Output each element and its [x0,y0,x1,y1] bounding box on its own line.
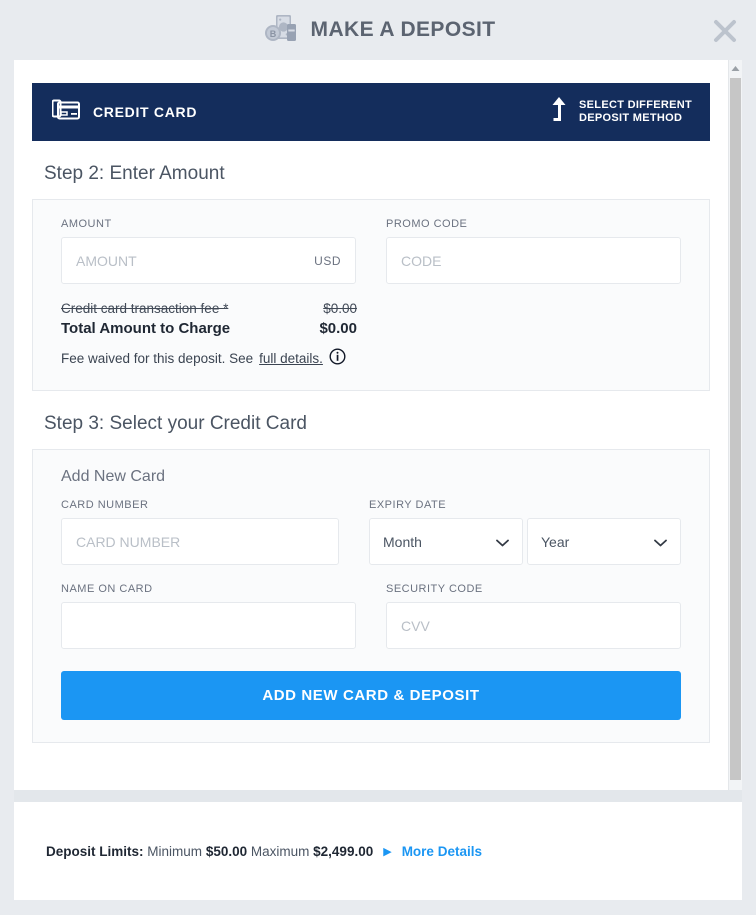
security-code-input[interactable]: CVV [386,602,681,649]
total-charge-value: $0.00 [319,320,357,337]
card-number-input[interactable]: CARD NUMBER [61,518,339,565]
amount-input-placeholder: AMOUNT [76,252,137,269]
expiry-year-value: Year [541,533,570,550]
fee-waived-note: Fee waived for this deposit. See full de… [61,348,357,368]
selected-method-group: CREDIT CARD [51,99,198,126]
deposit-modal: B MAKE A DEPOSIT CREDIT CARD SELECT DIFF… [0,0,756,915]
select-different-method-button[interactable]: SELECT DIFFERENT DEPOSIT METHOD [548,95,692,130]
name-on-card-input[interactable] [61,602,356,649]
info-circle-icon[interactable] [329,348,346,368]
promo-input[interactable]: CODE [386,237,681,284]
transaction-fee-label: Credit card transaction fee * [61,301,229,316]
name-on-card-group: NAME ON CARD [61,583,356,649]
card-row-2: NAME ON CARD SECURITY CODE CVV [61,583,681,649]
deposit-panel: CREDIT CARD SELECT DIFFERENT DEPOSIT MET… [14,60,742,790]
up-arrow-icon [548,95,570,130]
add-new-card-and-deposit-button[interactable]: ADD NEW CARD & DEPOSIT [61,671,681,720]
maximum-word: Maximum [250,843,310,859]
fee-waived-text: Fee waived for this deposit. See [61,350,254,366]
deposit-limits-footer: Deposit Limits: Minimum $50.00 Maximum $… [14,802,742,900]
minimum-value: $50.00 [205,843,248,859]
scrollbar-thumb[interactable] [730,78,741,780]
modal-titlebar: B MAKE A DEPOSIT [0,0,756,59]
modal-title-group: B MAKE A DEPOSIT [261,11,496,49]
close-button[interactable] [706,12,744,50]
expiry-year-select[interactable]: Year [527,518,681,565]
card-number-placeholder: CARD NUMBER [76,533,181,550]
vertical-scrollbar[interactable] [728,60,742,790]
switch-line-2: DEPOSIT METHOD [579,112,683,124]
deposit-limits-line: Deposit Limits: Minimum $50.00 Maximum $… [46,844,482,859]
transaction-fee-row: Credit card transaction fee * $0.00 [61,301,357,316]
step3-heading: Step 3: Select your Credit Card [44,413,307,434]
security-code-label: SECURITY CODE [386,583,483,595]
deposit-panel-content: CREDIT CARD SELECT DIFFERENT DEPOSIT MET… [14,60,728,790]
chevron-down-icon [496,534,509,550]
chevron-down-icon [654,534,667,550]
total-charge-row: Total Amount to Charge $0.00 [61,320,357,337]
security-code-placeholder: CVV [401,617,430,634]
total-charge-label: Total Amount to Charge [61,320,231,337]
expiry-month-value: Month [383,533,422,550]
card-number-group: CARD NUMBER CARD NUMBER [61,499,339,565]
promo-label: PROMO CODE [386,218,468,230]
close-icon [714,20,736,42]
currency-suffix: USD [314,253,341,268]
switch-line-1: SELECT DIFFERENT [579,99,692,111]
scroll-up-arrow-icon[interactable] [729,60,742,76]
add-new-card-heading: Add New Card [61,468,166,485]
svg-text:B: B [269,29,276,39]
full-details-link[interactable]: full details. [259,351,323,366]
promo-input-placeholder: CODE [401,252,442,269]
card-number-label: CARD NUMBER [61,499,149,511]
maximum-value: $2,499.00 [313,843,374,859]
expiry-label: EXPIRY DATE [369,499,447,511]
promo-field-group: PROMO CODE CODE [386,218,681,284]
amount-box: AMOUNT AMOUNT USD PROMO CODE CODE Credit… [32,199,710,391]
select-different-method-label: SELECT DIFFERENT DEPOSIT METHOD [579,99,692,125]
card-row-1: CARD NUMBER CARD NUMBER EXPIRY DATE Mont… [61,499,681,565]
selected-method-bar: CREDIT CARD SELECT DIFFERENT DEPOSIT MET… [32,83,710,141]
name-on-card-label: NAME ON CARD [61,583,153,595]
more-details-link[interactable]: More Details [402,844,482,859]
money-bitcoin-icon: B [261,11,299,49]
transaction-fee-value: $0.00 [323,301,357,316]
fee-summary: Credit card transaction fee * $0.00 Tota… [61,301,357,368]
panel-gap-band [14,790,742,802]
triangle-right-icon: ▶ [383,845,392,858]
amount-row: AMOUNT AMOUNT USD PROMO CODE CODE [61,218,681,284]
deposit-limits-text: Deposit Limits: Minimum $50.00 Maximum $… [46,844,373,859]
card-box: Add New Card CARD NUMBER CARD NUMBER EXP… [32,449,710,743]
expiry-selects: Month Year [369,518,681,565]
step2-heading: Step 2: Enter Amount [44,163,225,184]
deposit-limits-label: Deposit Limits: [46,843,144,859]
minimum-word: Minimum [147,843,203,859]
selected-method-label: CREDIT CARD [93,104,198,120]
credit-card-icon [51,99,80,126]
amount-label: AMOUNT [61,218,112,230]
amount-input[interactable]: AMOUNT USD [61,237,356,284]
security-code-group: SECURITY CODE CVV [386,583,681,649]
expiry-group: EXPIRY DATE Month Year [369,499,681,565]
amount-field-group: AMOUNT AMOUNT USD [61,218,356,284]
add-new-card-and-deposit-label: ADD NEW CARD & DEPOSIT [262,687,480,704]
expiry-month-select[interactable]: Month [369,518,523,565]
page-title: MAKE A DEPOSIT [310,17,496,41]
